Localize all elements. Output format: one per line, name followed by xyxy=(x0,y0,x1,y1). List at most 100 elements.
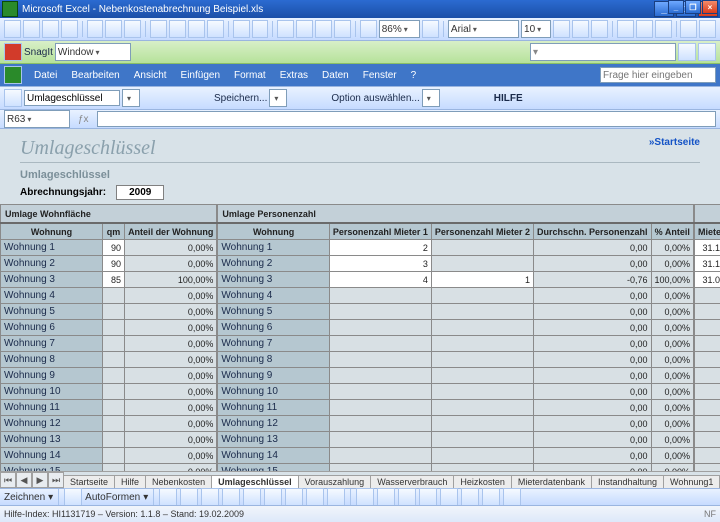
sheet-name-field[interactable] xyxy=(24,90,120,106)
cell[interactable] xyxy=(329,288,431,304)
cell[interactable]: 0,00% xyxy=(125,304,217,320)
cell[interactable]: Wohnung 4 xyxy=(1,288,103,304)
tool-b-icon[interactable] xyxy=(698,43,716,61)
tab-hilfe[interactable]: Hilfe xyxy=(114,475,146,488)
snagit-profile-dropdown[interactable]: Window▾ xyxy=(55,43,131,61)
cell[interactable]: 90 xyxy=(103,240,125,256)
cell[interactable]: 0,00% xyxy=(651,432,694,448)
cell[interactable]: 31.05.2008 xyxy=(695,272,720,288)
cell[interactable]: 0,00% xyxy=(125,448,217,464)
cell[interactable]: 0,00% xyxy=(651,448,694,464)
cell[interactable] xyxy=(695,448,720,464)
cell[interactable]: Wohnung 5 xyxy=(218,304,329,320)
cell[interactable]: Wohnung 3 xyxy=(1,272,103,288)
cell[interactable]: Wohnung 9 xyxy=(1,368,103,384)
menu-bearbeiten[interactable]: Bearbeiten xyxy=(65,70,125,81)
align-right-icon[interactable] xyxy=(655,20,672,38)
cell[interactable]: 31.12.2008 xyxy=(695,240,720,256)
tab-next-icon[interactable]: ▶ xyxy=(32,472,48,488)
open-icon[interactable] xyxy=(23,20,40,38)
cell[interactable]: 0,00% xyxy=(651,352,694,368)
cell[interactable] xyxy=(329,336,431,352)
select-icon[interactable] xyxy=(64,488,82,506)
cell[interactable] xyxy=(695,464,720,472)
format-painter-icon[interactable] xyxy=(207,20,224,38)
save-icon[interactable] xyxy=(42,20,59,38)
cell[interactable] xyxy=(695,304,720,320)
startseite-link[interactable]: Startseite xyxy=(649,137,700,148)
cell[interactable]: Wohnung 1 xyxy=(218,240,329,256)
3d-icon[interactable] xyxy=(503,488,521,506)
fill-color-icon[interactable] xyxy=(680,20,697,38)
cell[interactable] xyxy=(103,368,125,384)
fx-icon[interactable]: ƒx xyxy=(78,114,89,125)
picture-icon[interactable] xyxy=(327,488,345,506)
cell[interactable]: 0,00% xyxy=(651,416,694,432)
cell[interactable] xyxy=(329,352,431,368)
inner-close-button[interactable]: × xyxy=(702,0,718,14)
copy-icon[interactable] xyxy=(169,20,186,38)
linewidth-icon[interactable] xyxy=(419,488,437,506)
cell[interactable] xyxy=(103,304,125,320)
unknown-dropdown[interactable]: ▾ xyxy=(530,43,676,61)
bold-icon[interactable] xyxy=(553,20,570,38)
cell[interactable]: 0,00% xyxy=(651,256,694,272)
tab-instandhaltung[interactable]: Instandhaltung xyxy=(591,475,664,488)
cell[interactable]: 0,00% xyxy=(125,320,217,336)
zeichnen-label[interactable]: Zeichnen xyxy=(4,492,45,503)
chart-icon[interactable] xyxy=(360,20,377,38)
undo-icon[interactable] xyxy=(233,20,250,38)
cell[interactable] xyxy=(329,448,431,464)
cell[interactable] xyxy=(695,352,720,368)
sort-desc-icon[interactable] xyxy=(334,20,351,38)
tab-nebenkosten[interactable]: Nebenkosten xyxy=(145,475,212,488)
preview-icon[interactable] xyxy=(87,20,104,38)
cell[interactable]: Wohnung 5 xyxy=(1,304,103,320)
line-icon[interactable] xyxy=(159,488,177,506)
cell[interactable]: 0,00% xyxy=(125,400,217,416)
cell[interactable] xyxy=(103,464,125,472)
cell[interactable] xyxy=(329,368,431,384)
cell[interactable]: 0,00% xyxy=(125,368,217,384)
cell[interactable]: 0,00 xyxy=(533,400,651,416)
cell[interactable]: Wohnung 1 xyxy=(1,240,103,256)
snagit-icon[interactable] xyxy=(4,43,22,61)
cell[interactable] xyxy=(695,400,720,416)
cell[interactable]: 0,00 xyxy=(533,256,651,272)
diagram-icon[interactable] xyxy=(285,488,303,506)
cell[interactable] xyxy=(103,416,125,432)
cell[interactable]: 0,00% xyxy=(125,384,217,400)
autoformen-label[interactable]: AutoFormen xyxy=(85,492,140,503)
tab-wohnung1[interactable]: Wohnung1 xyxy=(663,475,720,488)
cell[interactable]: 0,00% xyxy=(125,240,217,256)
cell[interactable] xyxy=(329,320,431,336)
cell[interactable]: Wohnung 2 xyxy=(218,256,329,272)
clipart-icon[interactable] xyxy=(306,488,324,506)
arrow-icon[interactable] xyxy=(180,488,198,506)
menu-einfügen[interactable]: Einfügen xyxy=(175,70,226,81)
cell[interactable]: Wohnung 15 xyxy=(1,464,103,472)
arrowstyle-icon[interactable] xyxy=(461,488,479,506)
align-left-icon[interactable] xyxy=(617,20,634,38)
menu-datei[interactable]: Datei xyxy=(28,70,63,81)
cell[interactable]: Wohnung 11 xyxy=(1,400,103,416)
cell[interactable]: Wohnung 14 xyxy=(1,448,103,464)
hilfe-label[interactable]: HILFE xyxy=(494,93,523,104)
cell[interactable]: Wohnung 7 xyxy=(1,336,103,352)
sort-asc-icon[interactable] xyxy=(315,20,332,38)
cell[interactable]: Wohnung 3 xyxy=(218,272,329,288)
cell[interactable]: 100,00% xyxy=(125,272,217,288)
cell[interactable]: 0,00% xyxy=(651,464,694,472)
cell[interactable] xyxy=(329,400,431,416)
cell[interactable]: Wohnung 10 xyxy=(1,384,103,400)
cell[interactable]: Wohnung 12 xyxy=(1,416,103,432)
cell[interactable]: Wohnung 11 xyxy=(218,400,329,416)
spell-icon[interactable] xyxy=(105,20,122,38)
cell[interactable]: 90 xyxy=(103,256,125,272)
cell[interactable]: Wohnung 2 xyxy=(1,256,103,272)
cell[interactable] xyxy=(103,384,125,400)
cell[interactable] xyxy=(695,416,720,432)
cell[interactable] xyxy=(103,288,125,304)
cell[interactable] xyxy=(431,288,533,304)
cell[interactable] xyxy=(431,416,533,432)
